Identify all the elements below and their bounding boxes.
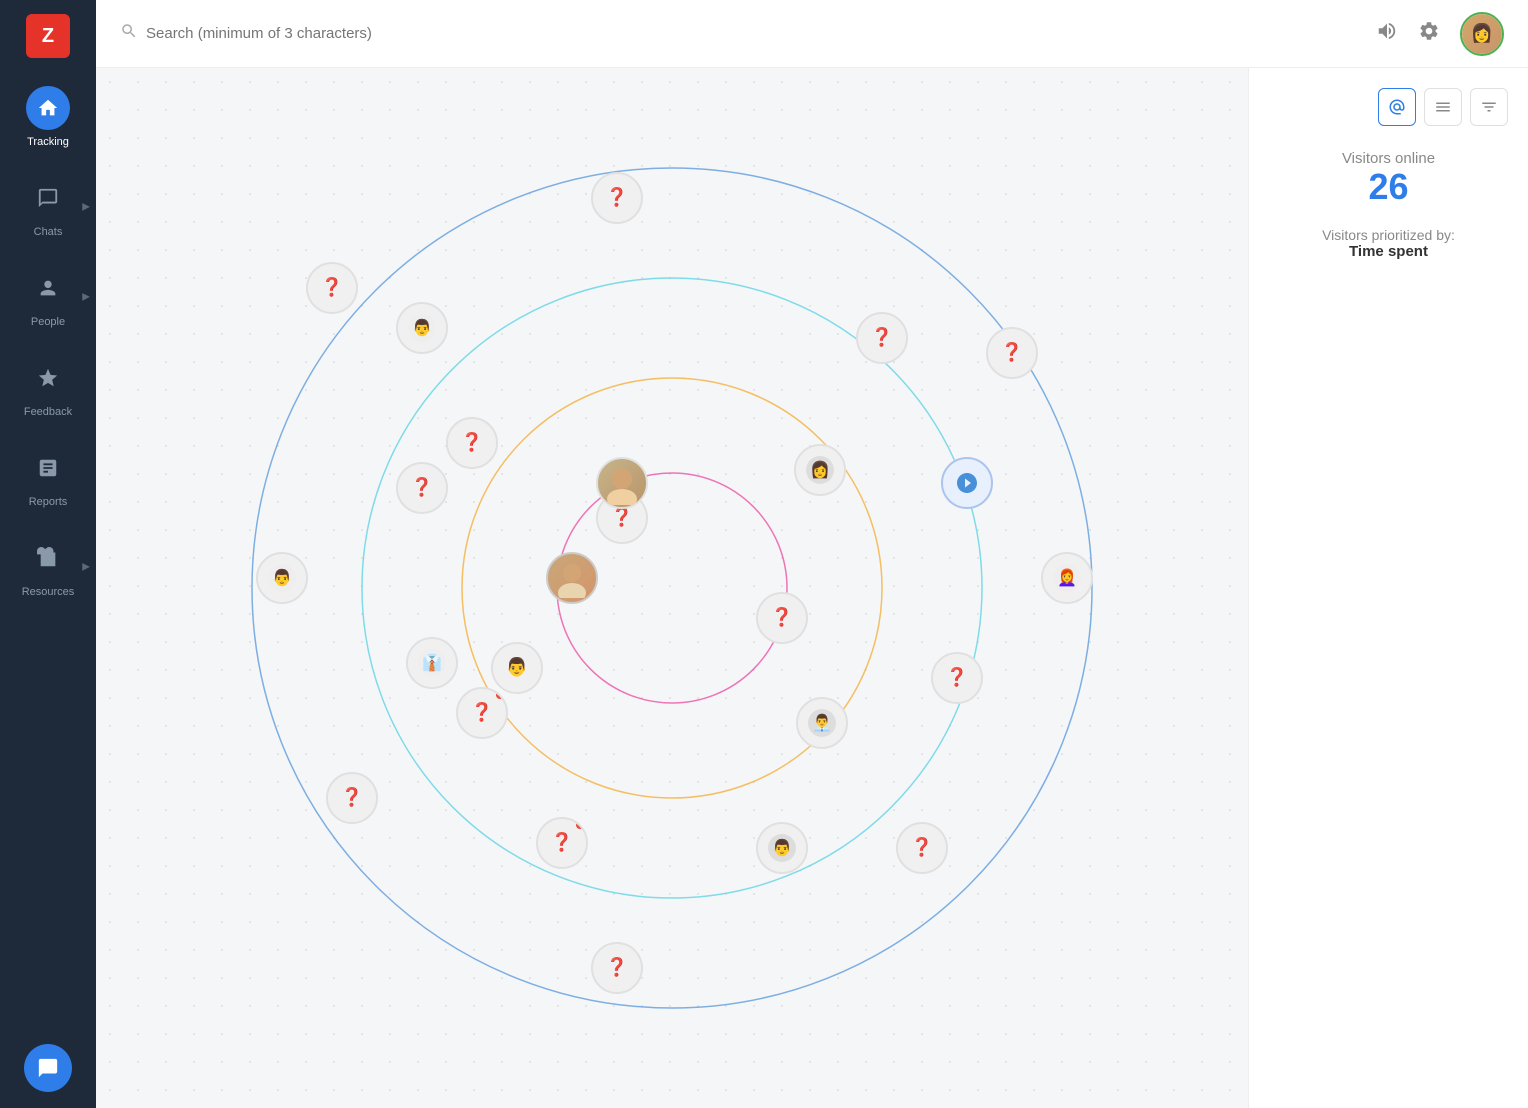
visitor-node-india-outer-right[interactable]: ❓ 🇮🇳: [856, 312, 908, 364]
svg-text:👔: 👔: [422, 653, 442, 672]
svg-text:❓: ❓: [1001, 341, 1023, 362]
visitor-node-usa-bottom[interactable]: 👨 🇺🇸: [756, 822, 808, 874]
visitor-node-india-top[interactable]: ❓ 🇮🇳: [591, 172, 643, 224]
visitor-node-pakistan[interactable]: ❓ 🇵🇰: [896, 822, 948, 874]
main-content: 👩: [96, 0, 1528, 1108]
visitors-online-count: 26: [1269, 167, 1508, 207]
visitor-node-china[interactable]: ❓ 🇨🇳: [446, 417, 498, 469]
visitor-node-netherlands[interactable]: ❓ 🇳🇱: [456, 687, 508, 739]
visitor-node-ireland[interactable]: 👩‍🦰 🇮🇪: [1041, 552, 1093, 604]
svg-text:❓: ❓: [771, 606, 793, 627]
visitor-node-eu[interactable]: 👨‍💼 🇪🇺: [796, 697, 848, 749]
svg-text:❓: ❓: [606, 956, 628, 977]
svg-text:👨: 👨: [772, 838, 792, 857]
search-input[interactable]: [146, 25, 1360, 42]
avatar-image: 👩: [1462, 14, 1502, 54]
volume-icon[interactable]: [1376, 20, 1398, 47]
header-right: 👩: [1376, 12, 1504, 56]
panel-toolbar: [1269, 88, 1508, 126]
settings-icon[interactable]: [1418, 20, 1440, 47]
chat-fab-wrap: [24, 1044, 72, 1092]
svg-text:❓: ❓: [871, 326, 893, 347]
right-panel: Visitors online 26 Visitors prioritized …: [1248, 68, 1528, 1108]
visitor-node-tech-right[interactable]: [941, 457, 993, 509]
svg-text:👩‍🦰: 👩‍🦰: [1057, 568, 1077, 587]
visitor-node-southafrica[interactable]: ❓ 🇿🇦: [326, 772, 378, 824]
radar-area: 👨 🇦🇪 ❓ 🇮🇳 ❓ 🇮🇳: [96, 68, 1248, 1108]
sidebar-item-resources[interactable]: Resources ▶: [0, 522, 96, 612]
svg-text:❓: ❓: [911, 836, 933, 857]
visitor-node-yellow-right[interactable]: ❓ 🏳️: [931, 652, 983, 704]
visitor-node-center[interactable]: [546, 552, 598, 604]
svg-text:❓: ❓: [341, 786, 363, 807]
resources-arrow-icon: ▶: [82, 562, 90, 573]
content-area: 👨 🇦🇪 ❓ 🇮🇳 ❓ 🇮🇳: [96, 68, 1528, 1108]
sidebar-item-tracking[interactable]: Tracking: [0, 72, 96, 162]
chat-fab-button[interactable]: [24, 1044, 72, 1092]
svg-text:❓: ❓: [471, 701, 493, 722]
visitor-node-puertorico[interactable]: ❓ 🇵🇷: [396, 462, 448, 514]
visitor-node-korea[interactable]: 👨 🇰🇷: [396, 302, 448, 354]
people-arrow-icon: ▶: [82, 292, 90, 303]
svg-text:👨: 👨: [272, 568, 292, 587]
panel-btn-list[interactable]: [1424, 88, 1462, 126]
svg-text:👨: 👨: [506, 656, 528, 677]
svg-text:❓: ❓: [946, 666, 968, 687]
svg-text:❓: ❓: [461, 431, 483, 452]
svg-text:👨: 👨: [412, 318, 432, 337]
svg-text:❓: ❓: [611, 506, 633, 527]
header: 👩: [96, 0, 1528, 68]
sidebar-item-reports[interactable]: Reports: [0, 432, 96, 522]
visitor-node-usa[interactable]: 👩 🇺🇸: [794, 444, 846, 496]
svg-text:❓: ❓: [606, 186, 628, 207]
logo[interactable]: Z: [0, 0, 96, 72]
sidebar-item-chats[interactable]: Chats ▶: [0, 162, 96, 252]
search-wrap: [120, 22, 1360, 45]
chats-arrow-icon: ▶: [82, 202, 90, 213]
svg-text:👩: 👩: [810, 460, 830, 479]
visitors-prioritized-section: Visitors prioritized by: Time spent: [1269, 227, 1508, 260]
visitors-online-label: Visitors online: [1269, 150, 1508, 167]
visitor-node-bottom-left[interactable]: ❓: [536, 817, 588, 869]
visitor-node-france[interactable]: ❓ 🇫🇷: [591, 942, 643, 994]
svg-text:❓: ❓: [321, 276, 343, 297]
visitor-node-mexico[interactable]: ❓ 🇲🇽: [986, 327, 1038, 379]
visitor-node-nkorea[interactable]: ❓ 🇰🇵: [306, 262, 358, 314]
svg-text:❓: ❓: [411, 476, 433, 497]
visitor-node-uk[interactable]: 👨 🇬🇧: [256, 552, 308, 604]
panel-btn-filter[interactable]: [1470, 88, 1508, 126]
visitors-online-section: Visitors online 26: [1269, 150, 1508, 207]
visitor-node-turkey[interactable]: 👔 🇹🇷: [406, 637, 458, 689]
visitor-node-woman-blonde[interactable]: [596, 457, 648, 509]
time-spent-label: Time spent: [1269, 243, 1508, 260]
panel-btn-at[interactable]: [1378, 88, 1416, 126]
sidebar-item-people[interactable]: People ▶: [0, 252, 96, 342]
sidebar-item-feedback[interactable]: Feedback: [0, 342, 96, 432]
search-icon: [120, 22, 138, 45]
svg-text:❓: ❓: [551, 831, 573, 852]
visitors-prioritized-label: Visitors prioritized by:: [1269, 227, 1508, 243]
sidebar: Z Tracking Chats ▶ People ▶ Feedback: [0, 0, 96, 1108]
visitor-node-india-right[interactable]: ❓ 🇮🇳: [756, 592, 808, 644]
user-avatar[interactable]: 👩: [1460, 12, 1504, 56]
svg-text:👨‍💼: 👨‍💼: [812, 713, 832, 732]
